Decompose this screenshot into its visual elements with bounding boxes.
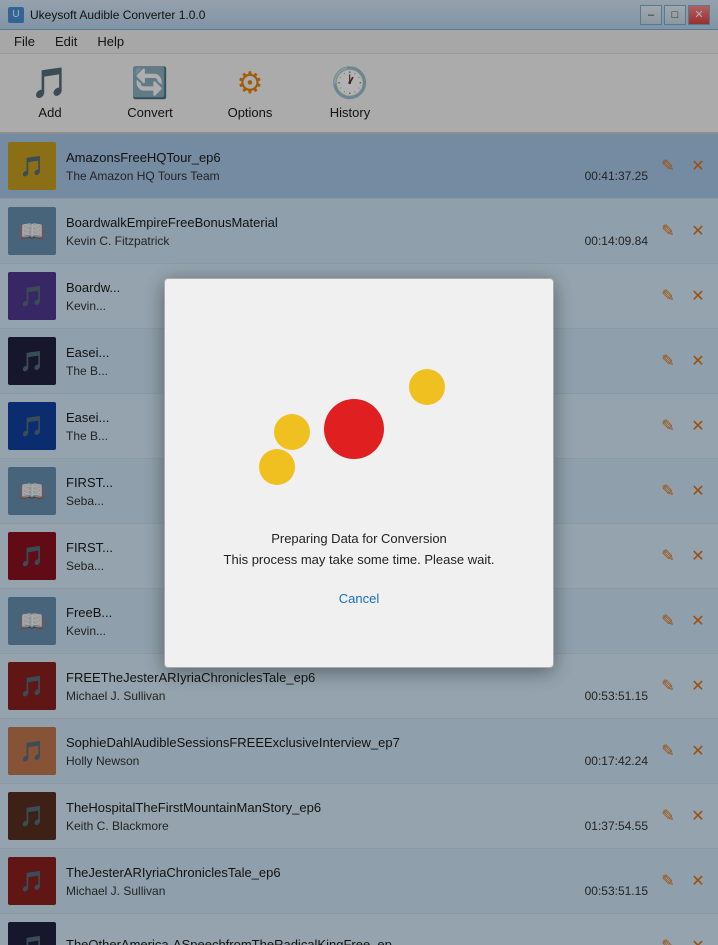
dot-yellow-left [274, 414, 310, 450]
dialog-line2: This process may take some time. Please … [224, 550, 495, 571]
dialog-text: Preparing Data for Conversion This proce… [224, 529, 495, 571]
dot-yellow-top [409, 369, 445, 405]
loading-animation [249, 339, 469, 499]
conversion-overlay: Preparing Data for Conversion This proce… [0, 0, 718, 945]
dialog-line1: Preparing Data for Conversion [224, 529, 495, 550]
dot-red [324, 399, 384, 459]
conversion-dialog: Preparing Data for Conversion This proce… [164, 278, 554, 668]
dialog-cancel-button[interactable]: Cancel [339, 591, 379, 606]
dot-yellow-bottom [259, 449, 295, 485]
